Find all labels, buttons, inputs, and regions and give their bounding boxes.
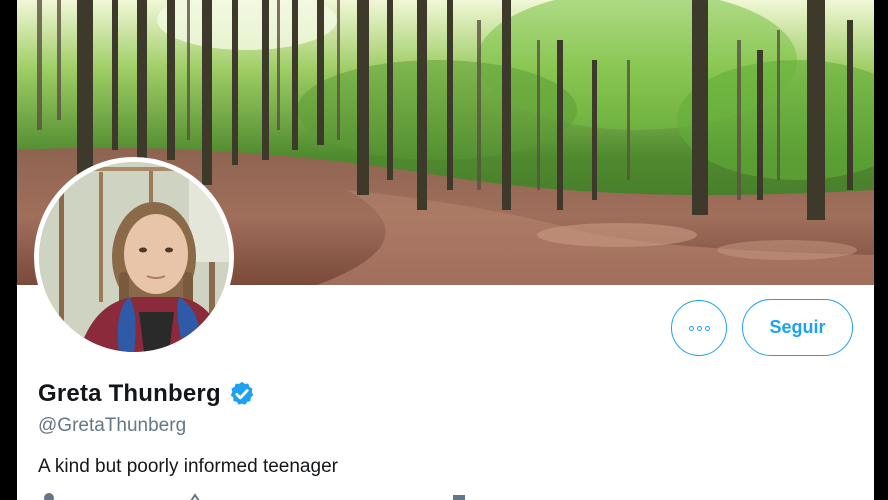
profile-page: Seguir Greta Thunberg @GretaThunberg A k… bbox=[17, 0, 874, 500]
more-options-button[interactable] bbox=[671, 300, 727, 356]
follow-button[interactable]: Seguir bbox=[742, 299, 853, 356]
location-icon bbox=[44, 493, 54, 500]
name-row: Greta Thunberg bbox=[38, 380, 256, 408]
verified-badge-icon bbox=[230, 381, 254, 405]
profile-bio: A kind but poorly informed teenager bbox=[38, 456, 338, 477]
profile-photo bbox=[39, 162, 229, 352]
more-options-icon bbox=[688, 325, 710, 331]
calendar-icon bbox=[453, 495, 465, 500]
link-icon bbox=[190, 493, 200, 500]
left-frame-edge bbox=[0, 0, 17, 500]
profile-meta-row bbox=[38, 493, 538, 500]
profile-handle: @GretaThunberg bbox=[38, 415, 187, 436]
display-name: Greta Thunberg bbox=[38, 380, 221, 407]
right-frame-edge bbox=[874, 0, 888, 500]
avatar[interactable] bbox=[34, 157, 234, 357]
